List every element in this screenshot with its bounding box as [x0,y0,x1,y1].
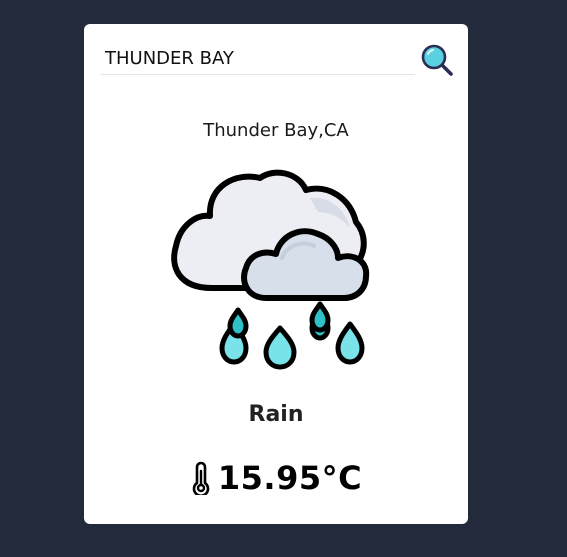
search-button[interactable] [419,42,455,78]
temperature-row: 15.95°C [84,456,468,500]
temperature-value: 15.95°C [217,459,363,497]
weather-condition: Rain [248,402,304,427]
city-name: Thunder Bay,CA [203,120,349,141]
city-search-input[interactable] [101,42,415,75]
weather-card: Thunder Bay,CA Rain 15. [84,24,468,524]
rain-cloud-icon [170,166,380,381]
search-icon [419,42,455,78]
thermometer-icon [190,461,212,495]
